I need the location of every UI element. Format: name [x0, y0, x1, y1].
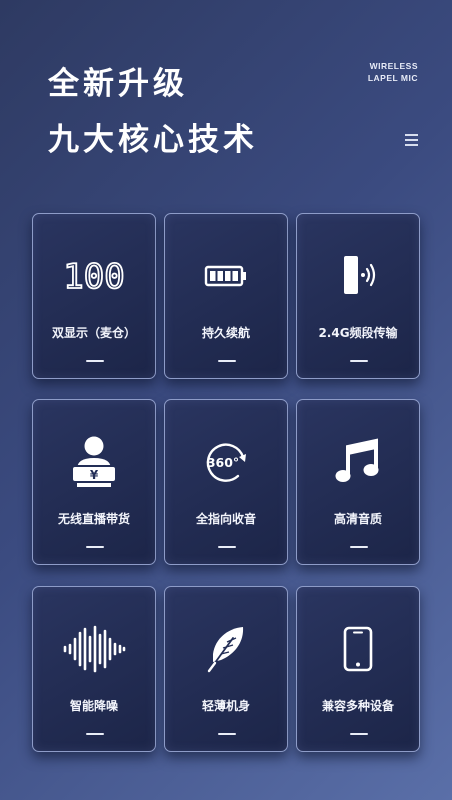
feature-label: 双显示（麦仓）	[51, 326, 136, 340]
feature-label: 持久续航	[201, 326, 250, 340]
music-note-icon	[297, 436, 419, 488]
divider	[350, 733, 368, 735]
360-pickup-icon: 360°	[165, 436, 287, 488]
divider	[350, 360, 368, 362]
feature-card-noise-reduction: 智能降噪	[32, 586, 156, 752]
menu-icon[interactable]	[405, 134, 418, 146]
feature-label: 兼容多种设备	[321, 699, 394, 713]
feather-icon	[165, 623, 287, 675]
smartphone-icon	[297, 623, 419, 675]
feature-card-transmission: 2.4G频段传输	[296, 213, 420, 379]
currency-glyph: ¥	[90, 468, 99, 482]
headline-line1: 全新升级	[48, 66, 188, 102]
feature-label: 轻薄机身	[201, 699, 250, 713]
livestream-seller-icon: ¥	[33, 436, 155, 488]
divider	[218, 733, 236, 735]
divider	[86, 733, 104, 735]
divider	[350, 546, 368, 548]
wireless-transmitter-icon	[297, 250, 419, 302]
brand-tag: WIRELESS LAPEL MIC	[368, 60, 418, 84]
feature-label: 高清音质	[333, 512, 382, 526]
display-digits: 100	[63, 257, 124, 296]
digital-display-icon: 100	[33, 250, 155, 302]
feature-card-lightweight: 轻薄机身	[164, 586, 288, 752]
battery-icon	[165, 250, 287, 302]
soundwave-icon	[33, 623, 155, 675]
headline-line2: 九大核心技术	[48, 122, 258, 158]
brand-line1: WIRELESS	[369, 61, 418, 71]
brand-line2: LAPEL MIC	[367, 73, 418, 83]
feature-label: 2.4G频段传输	[318, 326, 398, 340]
divider	[218, 546, 236, 548]
feature-label: 无线直播带货	[57, 512, 130, 526]
feature-label: 全指向收音	[195, 512, 256, 526]
feature-card-battery: 持久续航	[164, 213, 288, 379]
degree-text: 360°	[207, 455, 239, 470]
feature-card-audio-quality: 高清音质	[296, 399, 420, 565]
feature-card-dual-display: 100 双显示（麦仓）	[32, 213, 156, 379]
divider	[86, 360, 104, 362]
divider	[218, 360, 236, 362]
feature-card-livestream: ¥ 无线直播带货	[32, 399, 156, 565]
feature-card-compatibility: 兼容多种设备	[296, 586, 420, 752]
feature-label: 智能降噪	[69, 699, 118, 713]
divider	[86, 546, 104, 548]
feature-card-omnidirectional: 360° 全指向收音	[164, 399, 288, 565]
